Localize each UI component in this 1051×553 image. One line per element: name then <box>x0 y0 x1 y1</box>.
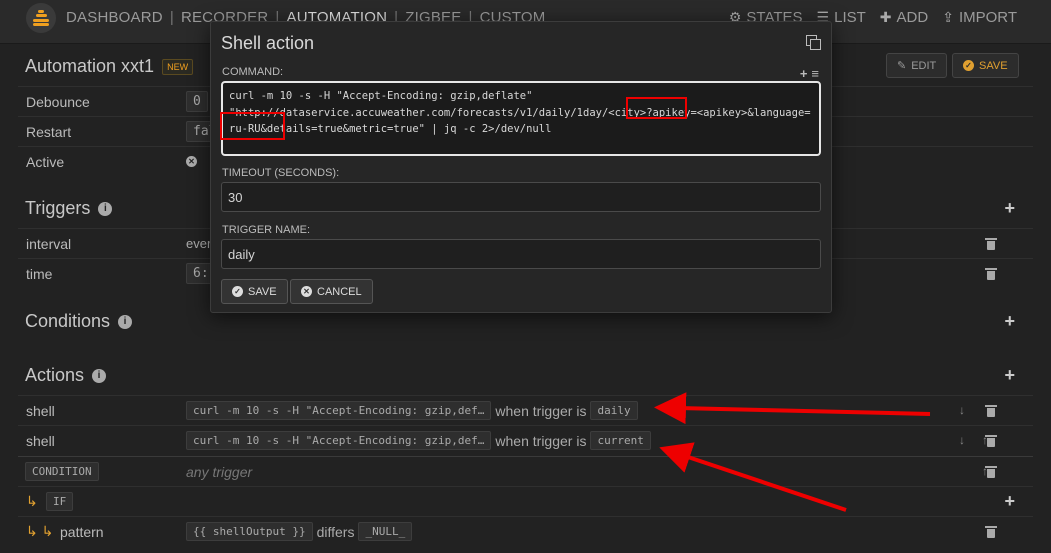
arrow-to-daily <box>654 392 931 425</box>
annotation-arrows <box>654 392 931 512</box>
arrow-to-current <box>659 442 847 512</box>
